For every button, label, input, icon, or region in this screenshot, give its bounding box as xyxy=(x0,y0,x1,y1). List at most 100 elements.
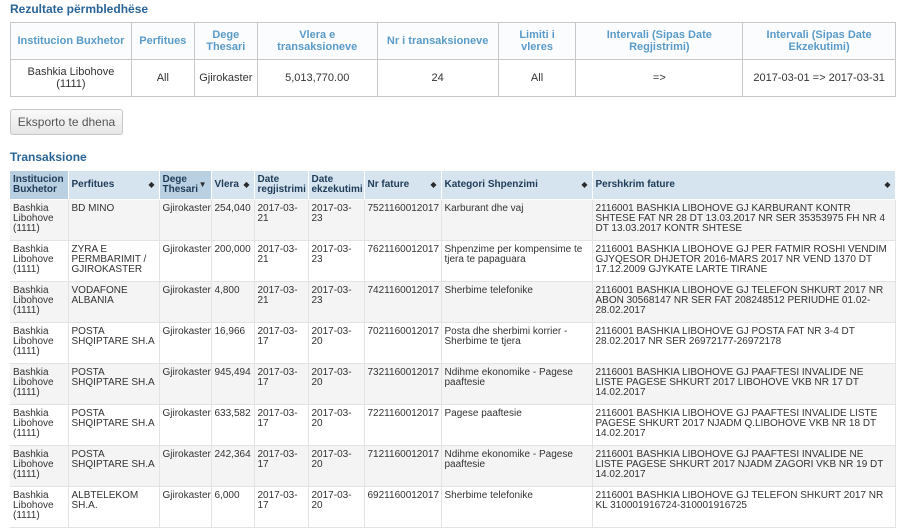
summary-header-perfitues: Perfitues xyxy=(130,22,195,60)
cell-institucion: Bashkia Libohove (1111) xyxy=(10,281,69,323)
cell-date-regjistrimi: 2017-03-17 xyxy=(254,404,309,446)
cell-perfitues: BD MINO xyxy=(68,199,160,241)
summary-header-interval-ekzekutimi: Intervali (Sipas Date Ekzekutimi) xyxy=(742,22,896,60)
summary-cell-institucion: Bashkia Libohove (1111) xyxy=(10,59,132,97)
cell-date-ekzekutimi: 2017-03-20 xyxy=(308,486,365,528)
summary-cell-perfitues: All xyxy=(130,59,195,97)
cell-perfitues: POSTA SHQIPTARE SH.A xyxy=(68,404,160,446)
sort-both-icon: ◆ xyxy=(243,180,250,189)
cell-date-ekzekutimi: 2017-03-20 xyxy=(308,404,365,446)
cell-vlera: 200,000 xyxy=(211,240,255,282)
cell-dege: Gjirokaster xyxy=(159,445,212,487)
cell-date-regjistrimi: 2017-03-21 xyxy=(254,240,309,282)
cell-institucion: Bashkia Libohove (1111) xyxy=(10,486,69,528)
summary-header-vlera: Vlera e transaksioneve xyxy=(256,22,378,60)
cell-pershkrim: 2116001 BASHKIA LIBOHOVE GJ TELEFON SHKU… xyxy=(592,281,896,323)
cell-perfitues: VODAFONE ALBANIA xyxy=(68,281,160,323)
summary-cell-interval-ekzekutimi: 2017-03-01 => 2017-03-31 xyxy=(742,59,896,97)
summary-cell-interval-regjistrimi: => xyxy=(575,59,744,97)
export-data-button[interactable]: Eksporto te dhena xyxy=(10,109,123,135)
table-row: Bashkia Libohove (1111) VODAFONE ALBANIA G… xyxy=(10,281,896,323)
summary-cell-dege: Gjirokaster xyxy=(193,59,258,97)
column-header-label: Perfitues xyxy=(71,179,115,190)
cell-perfitues: POSTA SHQIPTARE SH.A xyxy=(68,322,160,364)
column-header-vlera[interactable]: Vlera ◆ xyxy=(211,171,255,200)
column-header-date-regjistrimi[interactable]: Date regjistrimi xyxy=(254,171,309,200)
cell-date-ekzekutimi: 2017-03-20 xyxy=(308,322,365,364)
table-row: Bashkia Libohove (1111) POSTA SHQIPTARE S… xyxy=(10,322,896,364)
cell-dege: Gjirokaster xyxy=(159,486,212,528)
summary-table: Institucion Buxhetor Perfitues Dege Thes… xyxy=(10,22,896,97)
column-header-perfitues[interactable]: Perfitues ◆ xyxy=(68,171,160,200)
cell-date-ekzekutimi: 2017-03-20 xyxy=(308,363,365,405)
column-header-date-ekzekutimi[interactable]: Date ekzekutimi xyxy=(308,171,365,200)
summary-row: Bashkia Libohove (1111) All Gjirokaster … xyxy=(10,59,896,97)
summary-header-institucion: Institucion Buxhetor xyxy=(10,22,132,60)
column-header-institucion[interactable]: Institucion Buxhetor xyxy=(10,171,69,200)
column-header-label: Institucion Buxhetor xyxy=(13,174,64,195)
cell-perfitues: ZYRA E PERMBARIMIT / GJIROKASTER xyxy=(68,240,160,282)
table-row: Bashkia Libohove (1111) ALBTELEKOM SH.A. G… xyxy=(10,486,896,528)
column-header-label: Nr fature xyxy=(367,179,410,190)
cell-pershkrim: 2116001 BASHKIA LIBOHOVE GJ PAAFTESI INV… xyxy=(592,404,896,446)
cell-kategori: Pagese paaftesie xyxy=(441,404,593,446)
cell-pershkrim: 2116001 BASHKIA LIBOHOVE GJ KARBURANT KO… xyxy=(592,199,896,241)
column-header-label: Vlera xyxy=(214,179,239,190)
cell-nr-fature: 7021160012017 xyxy=(364,322,442,364)
cell-kategori: Sherbime telefonike xyxy=(441,281,593,323)
cell-date-regjistrimi: 2017-03-17 xyxy=(254,486,309,528)
cell-kategori: Sherbime telefonike xyxy=(441,486,593,528)
cell-pershkrim: 2116001 BASHKIA LIBOHOVE GJ PER FATMIR R… xyxy=(592,240,896,282)
cell-vlera: 254,040 xyxy=(211,199,255,241)
column-header-nr-fature[interactable]: Nr fature ◆ xyxy=(364,171,442,200)
cell-dege: Gjirokaster xyxy=(159,240,212,282)
cell-nr-fature: 7621160012017 xyxy=(364,240,442,282)
summary-header-dege: Dege Thesari xyxy=(193,22,258,60)
sort-desc-icon: ▼ xyxy=(198,180,207,189)
cell-kategori: Shpenzime per kompensime te tjera te pap… xyxy=(441,240,593,282)
summary-cell-vlera: 5,013,770.00 xyxy=(256,59,378,97)
cell-nr-fature: 7421160012017 xyxy=(364,281,442,323)
column-header-label: Kategori Shpenzimi xyxy=(444,179,538,190)
table-row: Bashkia Libohove (1111) POSTA SHQIPTARE S… xyxy=(10,445,896,487)
summary-header-interval-regjistrimi: Intervali (Sipas Date Regjistrimi) xyxy=(575,22,744,60)
summary-header-limiti: Limiti i vleres xyxy=(497,22,577,60)
summary-cell-limiti: All xyxy=(497,59,577,97)
cell-nr-fature: 7521160012017 xyxy=(364,199,442,241)
cell-dege: Gjirokaster xyxy=(159,199,212,241)
column-header-kategori[interactable]: Kategori Shpenzimi ◆ xyxy=(441,171,593,200)
cell-institucion: Bashkia Libohove (1111) xyxy=(10,199,69,241)
cell-nr-fature: 7221160012017 xyxy=(364,404,442,446)
summary-header-row: Institucion Buxhetor Perfitues Dege Thes… xyxy=(10,22,896,60)
column-header-pershkrim[interactable]: Pershkrim fature ◆ xyxy=(592,171,896,200)
sort-both-icon: ◆ xyxy=(581,180,588,189)
cell-pershkrim: 2116001 BASHKIA LIBOHOVE GJ PAAFTESI INV… xyxy=(592,363,896,405)
column-header-label: Dege Thesari xyxy=(162,174,199,195)
transactions-table: Institucion Buxhetor Perfitues ◆ Dege Th… xyxy=(10,171,896,528)
cell-kategori: Posta dhe sherbimi korrier - Sherbime te… xyxy=(441,322,593,364)
cell-perfitues: POSTA SHQIPTARE SH.A xyxy=(68,363,160,405)
cell-dege: Gjirokaster xyxy=(159,404,212,446)
sort-both-icon: ◆ xyxy=(148,180,155,189)
cell-institucion: Bashkia Libohove (1111) xyxy=(10,404,69,446)
cell-perfitues: ALBTELEKOM SH.A. xyxy=(68,486,160,528)
cell-vlera: 945,494 xyxy=(211,363,255,405)
cell-perfitues: POSTA SHQIPTARE SH.A xyxy=(68,445,160,487)
cell-date-regjistrimi: 2017-03-21 xyxy=(254,199,309,241)
table-row: Bashkia Libohove (1111) ZYRA E PERMBARIMI… xyxy=(10,240,896,282)
cell-dege: Gjirokaster xyxy=(159,322,212,364)
transactions-header-row: Institucion Buxhetor Perfitues ◆ Dege Th… xyxy=(10,171,896,200)
cell-vlera: 633,582 xyxy=(211,404,255,446)
cell-vlera: 6,000 xyxy=(211,486,255,528)
summary-header-nr: Nr i transaksioneve xyxy=(376,22,499,60)
table-row: Bashkia Libohove (1111) BD MINO Gjirokaste… xyxy=(10,199,896,241)
cell-dege: Gjirokaster xyxy=(159,281,212,323)
column-header-dege[interactable]: Dege Thesari ▼ xyxy=(159,171,212,200)
cell-date-regjistrimi: 2017-03-17 xyxy=(254,363,309,405)
summary-cell-nr: 24 xyxy=(376,59,499,97)
transactions-title: Transaksione xyxy=(10,150,87,164)
cell-date-regjistrimi: 2017-03-17 xyxy=(254,322,309,364)
cell-institucion: Bashkia Libohove (1111) xyxy=(10,363,69,405)
cell-nr-fature: 7321160012017 xyxy=(364,363,442,405)
cell-date-regjistrimi: 2017-03-17 xyxy=(254,445,309,487)
